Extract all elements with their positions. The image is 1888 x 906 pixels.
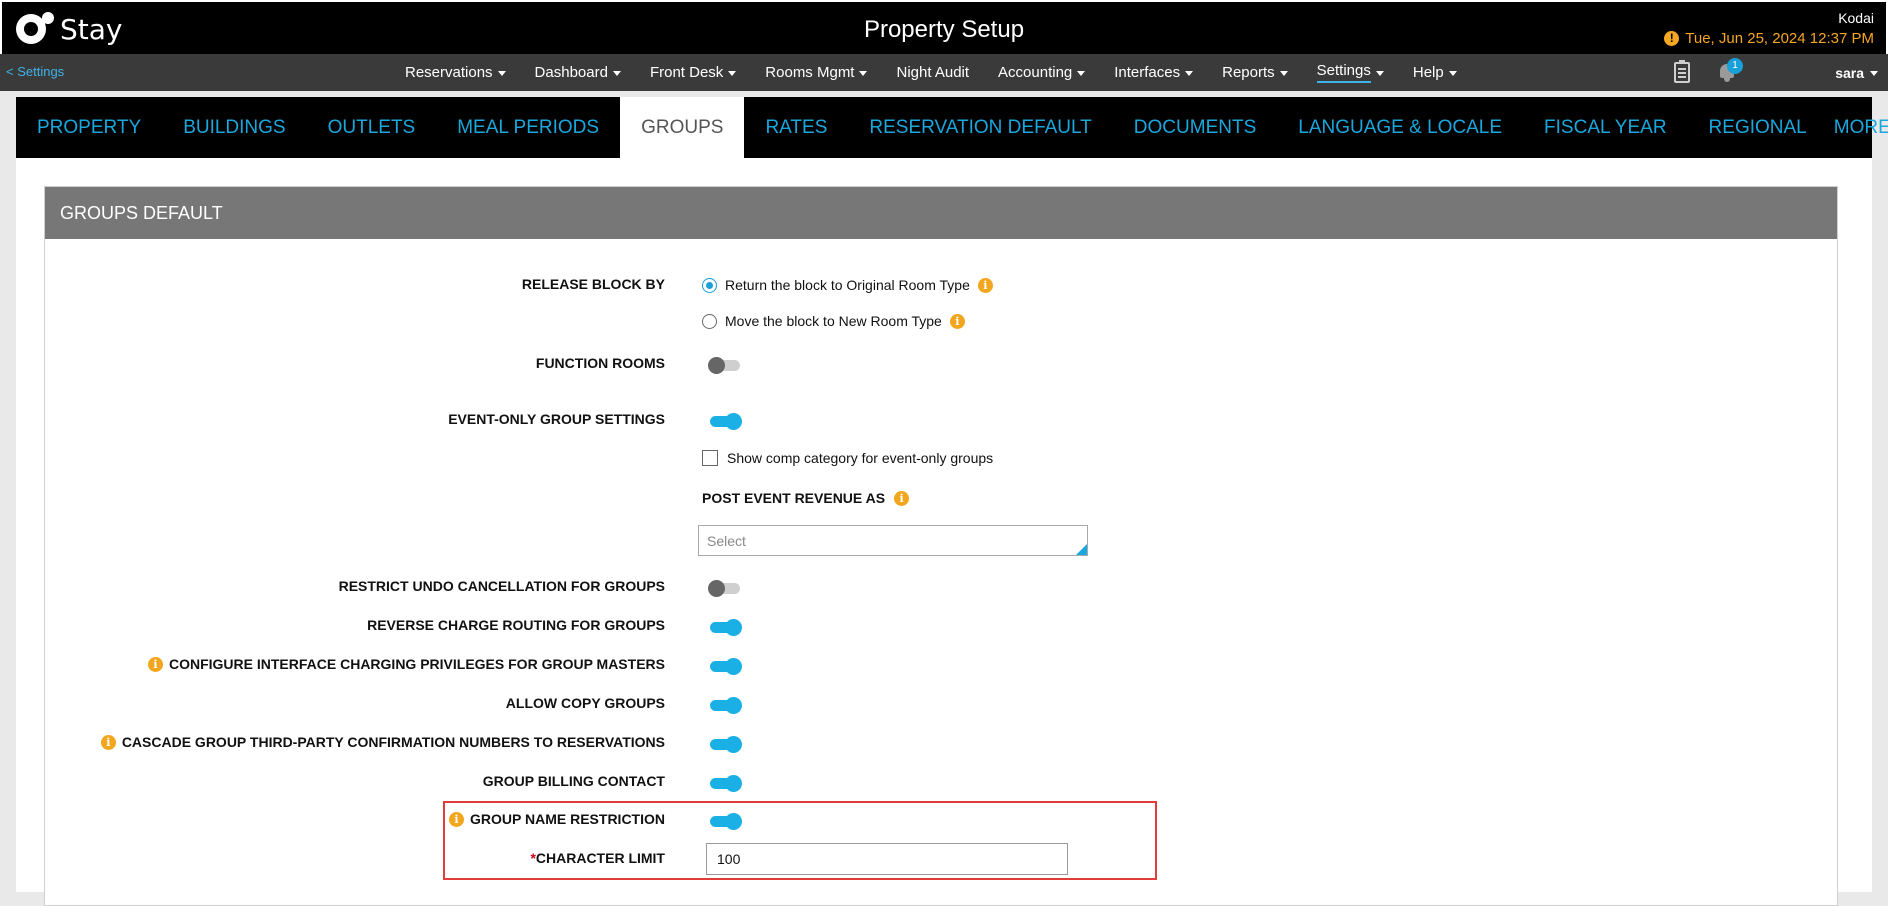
restrict-undo-toggle[interactable] (708, 580, 742, 597)
event-only-label: EVENT-ONLY GROUP SETTINGS (448, 411, 665, 427)
highlight-box (443, 801, 1157, 880)
function-rooms-toggle[interactable] (708, 357, 742, 374)
content-area: GROUPS DEFAULT RELEASE BLOCK BY Return t… (16, 158, 1872, 906)
nav-night-audit[interactable]: Night Audit (896, 64, 969, 81)
select-corner-icon (1076, 544, 1087, 555)
datetime-text: Tue, Jun 25, 2024 12:37 PM (1685, 30, 1874, 47)
groups-default-panel: GROUPS DEFAULT RELEASE BLOCK BY Return t… (44, 186, 1838, 906)
info-icon[interactable]: i (977, 277, 993, 293)
nav-reservations[interactable]: Reservations (405, 64, 506, 81)
caret-down-icon (1870, 70, 1878, 76)
tab-regional[interactable]: REGIONAL (1688, 97, 1828, 158)
caret-down-icon (1279, 71, 1288, 76)
caret-down-icon (1185, 71, 1194, 76)
top-bar: Stay Property Setup Kodai ! Tue, Jun 25,… (0, 0, 1888, 54)
tab-outlets[interactable]: OUTLETS (307, 97, 437, 158)
nav-interfaces[interactable]: Interfaces (1114, 64, 1194, 81)
billing-contact-toggle[interactable] (708, 775, 742, 792)
interface-charging-toggle[interactable] (708, 658, 742, 675)
info-icon[interactable]: i (894, 490, 910, 506)
back-to-settings-link[interactable]: < Settings (6, 64, 64, 79)
release-option-new[interactable]: Move the block to New Room Type i (702, 313, 965, 329)
info-icon[interactable]: i (147, 656, 163, 672)
info-icon[interactable]: i (949, 313, 965, 329)
main-nav-bar: < Settings Reservations Dashboard Front … (0, 54, 1888, 91)
allow-copy-toggle[interactable] (708, 697, 742, 714)
tab-rates[interactable]: RATES (744, 97, 848, 158)
caret-down-icon (1448, 71, 1457, 76)
settings-tabs: PROPERTY BUILDINGS OUTLETS MEAL PERIODS … (16, 97, 1888, 158)
caret-down-icon (612, 71, 621, 76)
business-datetime: ! Tue, Jun 25, 2024 12:37 PM (1664, 30, 1874, 47)
notification-badge[interactable]: 1 (1727, 58, 1743, 74)
radio-new-room-type[interactable] (702, 313, 717, 329)
caret-down-icon (1375, 71, 1384, 76)
show-comp-category-checkbox[interactable] (702, 450, 718, 466)
panel-title: GROUPS DEFAULT (45, 187, 1837, 239)
restrict-undo-label: RESTRICT UNDO CANCELLATION FOR GROUPS (338, 578, 665, 594)
show-comp-category-option[interactable]: Show comp category for event-only groups (702, 450, 993, 466)
caret-down-icon (1077, 71, 1086, 76)
release-option-original[interactable]: Return the block to Original Room Type i (702, 277, 993, 293)
nav-front-desk[interactable]: Front Desk (650, 64, 737, 81)
billing-contact-label: GROUP BILLING CONTACT (482, 773, 665, 789)
allow-copy-label: ALLOW COPY GROUPS (505, 695, 665, 711)
caret-down-icon (728, 71, 737, 76)
page-title: Property Setup (863, 16, 1025, 43)
radio-original-room-type[interactable] (702, 277, 717, 293)
nav-settings[interactable]: Settings (1316, 62, 1384, 83)
tab-meal-periods[interactable]: MEAL PERIODS (436, 97, 620, 158)
event-only-toggle[interactable] (708, 413, 742, 430)
tab-fiscal-year[interactable]: FISCAL YEAR (1523, 97, 1688, 158)
tab-reservation-default[interactable]: RESERVATION DEFAULT (848, 97, 1112, 158)
user-menu[interactable]: sara (1835, 65, 1878, 81)
hotel-name[interactable]: Kodai (1838, 10, 1874, 26)
nav-rooms-mgmt[interactable]: Rooms Mgmt (765, 64, 868, 81)
reverse-charge-label: REVERSE CHARGE ROUTING FOR GROUPS (367, 617, 665, 633)
clipboard-icon[interactable] (1674, 60, 1690, 83)
function-rooms-label: FUNCTION ROOMS (535, 355, 665, 371)
info-icon[interactable]: i (100, 734, 116, 750)
caret-down-icon (497, 71, 506, 76)
release-block-label: RELEASE BLOCK BY (521, 276, 665, 292)
user-name: sara (1835, 65, 1864, 81)
caret-down-icon (859, 71, 868, 76)
nav-dashboard[interactable]: Dashboard (535, 64, 621, 81)
reverse-charge-toggle[interactable] (708, 619, 742, 636)
nav-reports[interactable]: Reports (1222, 64, 1288, 81)
post-event-revenue-label: POST EVENT REVENUE AS i (702, 490, 910, 506)
nav-help[interactable]: Help (1413, 64, 1457, 81)
interface-charging-label: i CONFIGURE INTERFACE CHARGING PRIVILEGE… (45, 656, 665, 672)
warning-icon: ! (1664, 31, 1680, 46)
tab-groups[interactable]: GROUPS (620, 97, 745, 158)
tab-more[interactable]: MORE (1828, 97, 1888, 158)
tab-buildings[interactable]: BUILDINGS (162, 97, 306, 158)
cascade-confirmation-toggle[interactable] (708, 736, 742, 753)
tab-language-locale[interactable]: LANGUAGE & LOCALE (1277, 97, 1523, 158)
main-menu: Reservations Dashboard Front Desk Rooms … (405, 54, 1486, 91)
tab-property[interactable]: PROPERTY (16, 97, 162, 158)
cascade-confirmation-label: i CASCADE GROUP THIRD-PARTY CONFIRMATION… (45, 734, 665, 750)
nav-accounting[interactable]: Accounting (998, 64, 1086, 81)
post-event-revenue-select[interactable]: Select (698, 525, 1088, 556)
tab-documents[interactable]: DOCUMENTS (1113, 97, 1277, 158)
